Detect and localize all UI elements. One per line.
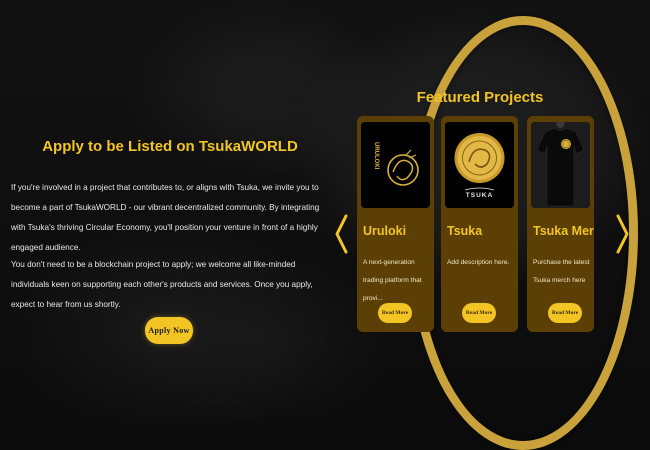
read-more-button[interactable]: Read More xyxy=(548,303,582,323)
project-card-tsuka-merch[interactable]: Tsuka Merch Purchase the latest Tsuka me… xyxy=(527,116,594,332)
read-more-button[interactable]: Read More xyxy=(378,303,412,323)
project-description: A next-generation trading platform that … xyxy=(363,259,422,302)
tsuka-logo-text: TSUKA xyxy=(466,192,493,199)
tshirt-icon xyxy=(531,122,590,208)
read-more-button[interactable]: Read More xyxy=(462,303,496,323)
apply-title: Apply to be Listed on TsukaWORLD xyxy=(42,138,298,155)
project-image xyxy=(531,122,590,208)
chevron-right-icon xyxy=(616,214,629,254)
carousel-next-button[interactable] xyxy=(613,213,631,255)
project-description: Add description here. xyxy=(447,259,510,266)
uruloki-logo-icon: URULOKI xyxy=(361,122,430,208)
chevron-left-icon xyxy=(335,214,348,254)
project-card-tsuka[interactable]: TSUKA Tsuka Add description here. Read M… xyxy=(441,116,518,332)
apply-paragraph-2: You don't need to be a blockchain projec… xyxy=(11,260,313,309)
project-image: TSUKA xyxy=(445,122,514,208)
apply-paragraph-1: If you're involved in a project that con… xyxy=(11,183,320,252)
project-name: Tsuka Merch xyxy=(533,224,594,238)
featured-projects-title: Featured Projects xyxy=(416,89,544,106)
apply-section: Apply to be Listed on TsukaWORLD If you'… xyxy=(0,0,340,450)
project-card-uruloki[interactable]: URULOKI Uruloki A next-generation tradin… xyxy=(357,116,434,332)
project-description: Purchase the latest Tsuka merch here xyxy=(533,259,590,284)
carousel-prev-button[interactable] xyxy=(333,213,351,255)
apply-now-button[interactable]: Apply Now xyxy=(145,317,193,344)
project-name: Tsuka xyxy=(447,224,483,238)
project-name: Uruloki xyxy=(363,224,407,238)
tsuka-coin-icon: TSUKA xyxy=(445,122,514,208)
project-image: URULOKI xyxy=(361,122,430,208)
uruloki-side-text: URULOKI xyxy=(373,142,379,170)
